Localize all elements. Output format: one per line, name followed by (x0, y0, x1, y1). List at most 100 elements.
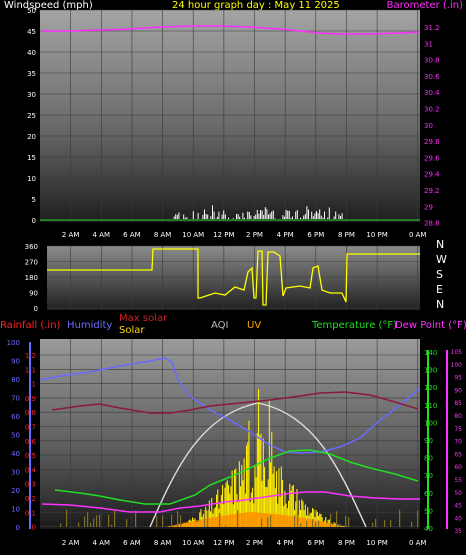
rain-bar (306, 520, 308, 527)
wind-bar (224, 214, 226, 219)
wind-bar (204, 209, 205, 219)
rain-bar (384, 520, 386, 527)
time-tick-label: 10 AM (182, 231, 204, 239)
dewpoint-tick-label: 85 (454, 400, 462, 407)
top-plot-area (40, 10, 420, 222)
dewpoint-tick-label: 50 (454, 490, 462, 497)
time-tick-label: 4 PM (277, 231, 294, 239)
wind-bar (218, 211, 220, 219)
wind-bar (255, 214, 257, 219)
wind-tick-label: 45 (27, 28, 36, 36)
rain-bar (225, 525, 227, 527)
rain-bar (312, 519, 314, 527)
wind-bar (239, 216, 241, 219)
wind-bar (242, 212, 244, 219)
time-tick-label: 4 AM (93, 231, 111, 239)
rain-tick-label: 0 (32, 524, 36, 532)
rain-bar (372, 522, 374, 527)
wind-tick-label: 15 (27, 154, 36, 162)
wind-bar (178, 212, 180, 219)
time-tick-label: 8 PM (338, 539, 355, 547)
rain-bar (336, 511, 338, 527)
dewpoint-tick-label: 75 (454, 426, 462, 433)
rain-bar (171, 514, 173, 527)
wind-bar (300, 217, 301, 219)
wind-bar (221, 214, 223, 219)
wind-bar (250, 215, 252, 219)
dewpoint-tick-label: 35 (454, 528, 462, 535)
rain-bar (267, 517, 269, 527)
wind-tick-label: 5 (32, 196, 36, 204)
wind-bar (316, 211, 317, 219)
time-tick-label: 6 AM (123, 539, 141, 547)
time-tick-label: 6 PM (307, 231, 324, 239)
wind-bar (295, 211, 297, 219)
wind-bar (266, 209, 268, 219)
rain-bar (345, 515, 347, 527)
wind-tick-label: 40 (27, 49, 36, 57)
wind-bar (173, 216, 175, 219)
time-tick-label: 12 PM (213, 539, 234, 547)
wind-bar (272, 210, 274, 219)
wind-bar (306, 206, 308, 219)
humidity-tick-label: 50 (11, 432, 20, 440)
direction-tick-label: 180 (25, 274, 38, 282)
time-tick-label: 4 PM (277, 539, 294, 547)
rain-bar (177, 510, 179, 527)
wind-bar (317, 213, 319, 219)
wind-bar (341, 213, 343, 219)
baro-tick-label: 29 (424, 203, 433, 211)
time-tick-label: 8 PM (338, 231, 355, 239)
wind-bar (288, 210, 290, 219)
rain-bar (162, 515, 164, 527)
baro-tick-label: 31.2 (424, 24, 440, 32)
baro-tick-label: 29.4 (424, 171, 440, 179)
rain-bar (411, 521, 413, 527)
rain-bar (93, 518, 95, 527)
wind-bar (232, 218, 234, 219)
rain-bar (348, 517, 350, 527)
baro-tick-label: 29.2 (424, 187, 440, 195)
rain-bar (300, 523, 302, 527)
direction-plot-area (47, 246, 420, 310)
time-tick-label: 8 AM (154, 539, 172, 547)
humidity-tick-label: 90 (11, 358, 20, 366)
time-tick-label: 2 AM (62, 539, 80, 547)
wind-bar (237, 214, 239, 219)
wind-bar (197, 212, 199, 219)
rain-bar (84, 516, 86, 527)
dewpoint-tick-label: 55 (454, 477, 462, 484)
wind-bar (258, 213, 260, 219)
solar-bar (248, 420, 250, 527)
dewpoint-tick-label: 45 (454, 503, 462, 510)
rain-bar (294, 514, 296, 527)
wind-bar (210, 216, 212, 219)
solar-bar (258, 389, 260, 527)
rain-bar (66, 509, 68, 527)
baro-tick-label: 30.6 (424, 73, 440, 81)
wind-bar (247, 211, 249, 219)
rain-bar (99, 514, 101, 527)
baro-tick-label: 29.6 (424, 154, 440, 162)
baro-tick-label: 30.4 (424, 89, 440, 97)
rain-bar (78, 522, 80, 527)
dewpoint-tick-label: 60 (454, 464, 462, 471)
wind-bar (244, 217, 245, 219)
time-tick-label: 8 AM (154, 231, 172, 239)
humidity-tick-label: 80 (11, 376, 20, 384)
wind-bar (333, 216, 335, 219)
rain-tick-label: 1 (32, 381, 36, 389)
rain-bar (318, 520, 320, 527)
rain-bar (390, 519, 392, 527)
wind-bar (308, 209, 309, 219)
dewpoint-tick-label: 80 (454, 413, 462, 420)
wind-tick-label: 30 (27, 91, 36, 99)
rain-bar (108, 514, 110, 527)
temperature-tick-label: 120 (424, 384, 437, 392)
wind-bar (268, 214, 269, 219)
time-tick-label: 6 AM (123, 231, 141, 239)
baro-tick-label: 30.8 (424, 57, 440, 65)
dewpoint-tick-label: 65 (454, 451, 462, 458)
wind-bar (260, 210, 261, 219)
direction-tick-label: 0 (34, 305, 38, 313)
